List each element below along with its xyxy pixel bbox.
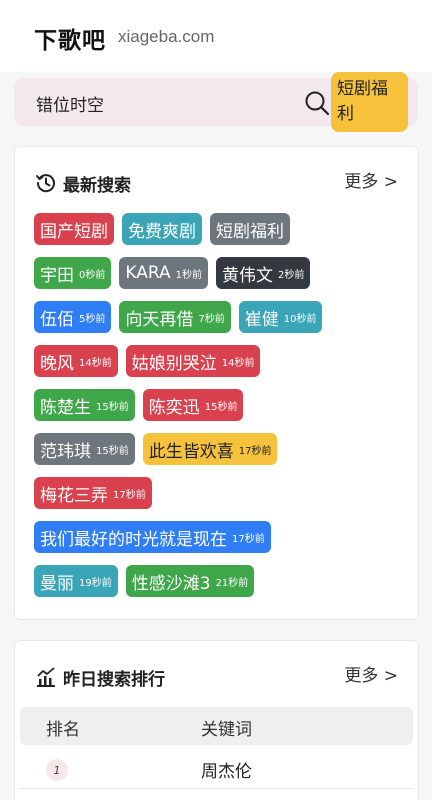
ranking-more-link[interactable]: 更多 > — [344, 661, 398, 686]
ranking-title: 昨日搜索排行 — [63, 669, 165, 690]
search-tag-time: 15秒前 — [204, 401, 238, 413]
search-tag-time: 15秒前 — [96, 401, 129, 413]
tag-row: 伍佰 5秒前 向天再借 7秒前 崔健 10秒前 — [34, 301, 404, 333]
search-tag[interactable]: 陈奕迅 15秒前 — [142, 389, 244, 421]
rank-keyword-link[interactable]: 周杰伦 — [201, 757, 252, 782]
tag-row: 我们最好的时光就是现在 17秒前 — [34, 521, 404, 553]
latest-search-card: 最新搜索 更多 > 国产短剧 免费爽剧 短剧福利宇田 0秒前 KARA 1秒前 黄伟文 2秒前… — [14, 146, 419, 620]
search-tag-time: 17秒前 — [113, 489, 146, 501]
search-tag[interactable]: 国产短剧 — [34, 213, 114, 245]
tag-row: 陈楚生 15秒前 陈奕迅 15秒前 — [34, 389, 404, 421]
keyword-column-header: 关键词 — [201, 720, 252, 740]
search-tag-time: 17秒前 — [232, 533, 265, 545]
search-tag-label: 陈奕迅 — [148, 397, 200, 418]
history-icon — [36, 174, 55, 193]
search-tag-label: 陈楚生 — [40, 397, 91, 418]
ranking-table-header: 排名 关键词 — [20, 707, 413, 745]
site-domain: xiageba.com — [118, 27, 215, 46]
tag-row: 范玮琪 15秒前 此生皆欢喜 17秒前 — [34, 433, 404, 465]
search-tag-label: 姑娘别哭泣 — [131, 353, 217, 374]
latest-search-more-link[interactable]: 更多 > — [344, 167, 398, 192]
search-tag-time: 7秒前 — [198, 313, 225, 325]
search-tag[interactable]: 晚风 14秒前 — [34, 345, 118, 377]
search-tag-label: 宇田 — [40, 265, 74, 286]
search-tag[interactable]: 宇田 0秒前 — [34, 257, 112, 289]
search-tag-time: 2秒前 — [277, 269, 305, 281]
search-tag-time: 5秒前 — [79, 313, 106, 325]
tag-row: 晚风 14秒前 姑娘别哭泣 14秒前 — [34, 345, 404, 377]
site-logo[interactable]: 下歌吧 — [34, 21, 106, 55]
search-tag[interactable]: 向天再借 7秒前 — [119, 301, 231, 333]
ranking-header: 昨日搜索排行 — [35, 663, 165, 691]
bar-chart-icon — [37, 667, 55, 687]
search-tag-time: 0秒前 — [79, 269, 106, 281]
search-tag-label: 性感沙滩3 — [131, 573, 211, 594]
yesterday-ranking-card: 昨日搜索排行 更多 > 排名 关键词 1 周杰伦 — [14, 640, 419, 800]
search-tag-label: 短剧福利 — [216, 221, 284, 242]
search-tag-time: 1秒前 — [175, 269, 202, 281]
search-tag[interactable]: 短剧福利 — [210, 213, 290, 245]
search-tag[interactable]: 免费爽剧 — [122, 213, 202, 245]
search-tag[interactable]: 我们最好的时光就是现在 17秒前 — [34, 521, 271, 553]
search-tag-time: 14秒前 — [79, 357, 112, 369]
latest-search-tags: 国产短剧 免费爽剧 短剧福利宇田 0秒前 KARA 1秒前 黄伟文 2秒前伍佰 5秒前 向天再借 7… — [34, 213, 404, 609]
tag-row: 国产短剧 免费爽剧 短剧福利 — [34, 213, 404, 245]
search-tag[interactable]: KARA 1秒前 — [119, 257, 208, 289]
search-tag[interactable]: 此生皆欢喜 17秒前 — [142, 433, 278, 465]
table-row: 1 周杰伦 — [20, 749, 413, 789]
search-tag[interactable]: 姑娘别哭泣 14秒前 — [125, 345, 261, 377]
search-tag-label: 国产短剧 — [40, 221, 108, 242]
search-tag-label: 黄伟文 — [221, 265, 273, 286]
search-tag-label: 向天再借 — [125, 309, 194, 330]
search-tag-label: 免费爽剧 — [128, 221, 196, 242]
search-tag-time: 17秒前 — [238, 445, 272, 457]
search-tag-label: 范玮琪 — [40, 441, 91, 462]
search-tag[interactable]: 陈楚生 15秒前 — [34, 389, 135, 421]
search-input[interactable] — [36, 92, 286, 114]
search-tag-label: 梅花三弄 — [40, 485, 108, 506]
search-tag-label: 曼丽 — [40, 573, 74, 594]
search-tag[interactable]: 黄伟文 2秒前 — [215, 257, 311, 289]
rank-column-header: 排名 — [46, 720, 80, 740]
search-tag[interactable]: 伍佰 5秒前 — [34, 301, 112, 333]
tag-row: 曼丽 19秒前 性感沙滩3 21秒前 — [34, 565, 404, 597]
search-tag-label: 我们最好的时光就是现在 — [40, 529, 227, 550]
search-tag-time: 14秒前 — [221, 357, 255, 369]
latest-search-header: 最新搜索 — [35, 169, 131, 197]
search-tag-time: 10秒前 — [283, 313, 317, 325]
search-tag-label: 晚风 — [40, 353, 74, 374]
rank-number-badge: 1 — [46, 759, 68, 781]
search-tag[interactable]: 范玮琪 15秒前 — [34, 433, 135, 465]
search-icon[interactable] — [304, 90, 330, 116]
site-header: 下歌吧 xiageba.com — [0, 0, 432, 72]
search-tag[interactable]: 梅花三弄 17秒前 — [34, 477, 152, 509]
search-tag[interactable]: 崔健 10秒前 — [238, 301, 323, 333]
latest-search-title: 最新搜索 — [63, 175, 131, 196]
short-drama-welfare-button[interactable]: 短剧福利 — [331, 72, 408, 132]
tag-row: 宇田 0秒前 KARA 1秒前 黄伟文 2秒前 — [34, 257, 404, 289]
search-tag-label: 伍佰 — [40, 309, 74, 330]
search-tag-time: 19秒前 — [79, 577, 112, 589]
search-tag-label: KARA — [125, 263, 171, 283]
search-tag[interactable]: 性感沙滩3 21秒前 — [125, 565, 255, 597]
search-tag[interactable]: 曼丽 19秒前 — [34, 565, 118, 597]
search-tag-time: 15秒前 — [96, 445, 129, 457]
search-tag-label: 此生皆欢喜 — [148, 441, 234, 462]
search-tag-time: 21秒前 — [215, 577, 249, 589]
tag-row: 梅花三弄 17秒前 — [34, 477, 404, 509]
search-tag-label: 崔健 — [244, 309, 279, 330]
